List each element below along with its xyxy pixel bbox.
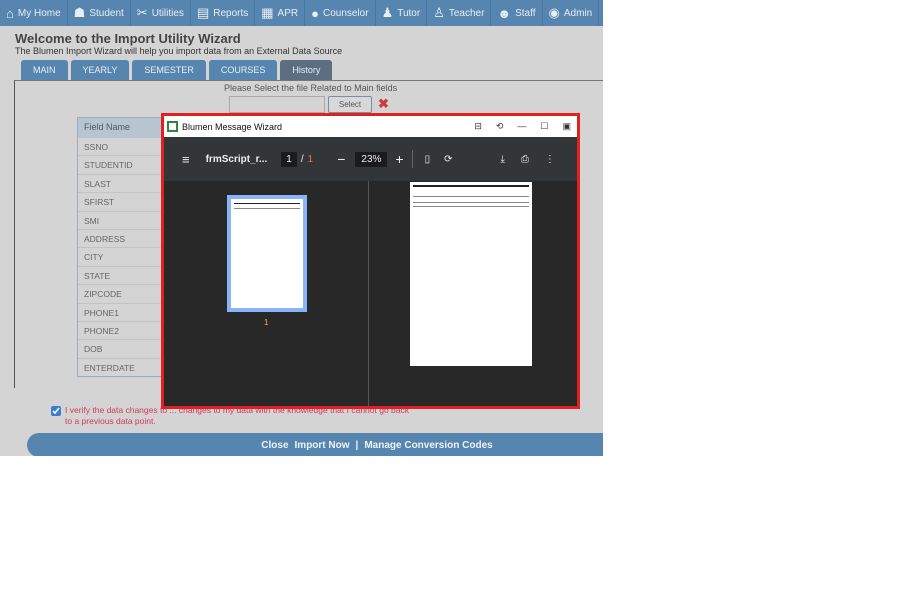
field-row[interactable]: DOB: [78, 339, 162, 357]
page-separator: /: [300, 153, 304, 165]
nav-label: Utilities: [151, 7, 184, 19]
nav-utilities[interactable]: ✂ Utilities: [131, 0, 191, 26]
teacher-icon: ♙: [433, 5, 445, 20]
nav-reports[interactable]: ▤ Reports: [191, 0, 256, 26]
field-row[interactable]: STATE: [78, 265, 162, 284]
page-title: Welcome to the Import Utility Wizard: [15, 31, 241, 46]
field-row[interactable]: PHONE1: [78, 302, 162, 321]
pdf-page: [410, 182, 532, 366]
tab-semester[interactable]: SEMESTER: [132, 60, 206, 80]
tab-main[interactable]: MAIN: [21, 60, 68, 80]
reports-icon: ▤: [196, 5, 210, 20]
zoom-in-icon[interactable]: +: [395, 151, 403, 167]
sidebar-divider: [368, 181, 369, 406]
page-input[interactable]: 1: [281, 151, 297, 167]
nav-tutor[interactable]: ♟ Tutor: [376, 0, 428, 26]
nav-label: My Home: [17, 7, 61, 19]
apr-icon: ▦: [261, 5, 274, 20]
admin-icon: ◉: [548, 5, 560, 20]
nav-label: APR: [277, 7, 299, 19]
manage-codes-link[interactable]: Manage Conversion Codes: [364, 440, 492, 451]
nav-label: Counselor: [322, 7, 369, 19]
modal-title: Blumen Message Wizard: [182, 121, 283, 132]
field-row[interactable]: STUDENTID: [78, 155, 162, 173]
bottom-bar: Close Import Now | Manage Conversion Cod…: [27, 433, 603, 456]
student-icon: ☗: [73, 5, 86, 20]
separator: |: [355, 439, 359, 451]
message-wizard-modal: Blumen Message Wizard ⊟ ⟲ — ☐ ▣ ≡ frmScr…: [161, 113, 580, 409]
nav-staff[interactable]: ☻ Staff: [491, 0, 543, 26]
verify-checkbox[interactable]: [51, 406, 61, 416]
restore-icon[interactable]: ⊟: [474, 121, 482, 132]
field-row[interactable]: ADDRESS: [78, 228, 162, 247]
nav-label: Admin: [563, 7, 593, 19]
counselor-icon: ●: [311, 5, 319, 21]
download-icon[interactable]: ⤓: [501, 154, 505, 165]
print-icon[interactable]: ⎙: [521, 154, 529, 165]
nav-label: Teacher: [448, 7, 485, 19]
file-select-label: Please Select the file Related to Main f…: [224, 83, 398, 93]
fit-page-icon[interactable]: ▯: [425, 154, 431, 165]
home-icon: ⌂: [6, 5, 14, 21]
nav-label: Reports: [213, 7, 249, 19]
pdf-filename: frmScript_r...: [205, 153, 268, 165]
field-row[interactable]: CITY: [78, 247, 162, 265]
minimize-icon[interactable]: —: [517, 121, 526, 132]
pdf-toolbar: ≡ frmScript_r... 1 / 1 − 23% + ▯ ⟳ ⤓ ⎙ ⋮: [164, 137, 577, 181]
more-icon[interactable]: ⋮: [545, 154, 555, 165]
file-input[interactable]: [229, 96, 325, 113]
page-thumbnail[interactable]: [227, 195, 307, 312]
field-row[interactable]: SLAST: [78, 173, 162, 192]
tab-yearly[interactable]: YEARLY: [70, 60, 130, 80]
nav-label: Tutor: [397, 7, 421, 19]
tabs: MAIN YEARLY SEMESTER COURSES History: [21, 60, 333, 80]
field-row[interactable]: SFIRST: [78, 192, 162, 210]
thumbnail-page-number: 1: [264, 318, 269, 327]
field-row[interactable]: ENTERDATE: [78, 357, 162, 376]
nav-label: Student: [89, 7, 124, 19]
staff-icon: ☻: [497, 5, 512, 21]
nav-student[interactable]: ☗ Student: [68, 0, 131, 26]
top-nav: ⌂ My Home ☗ Student ✂ Utilities ▤ Reports ▦ APR ● C…: [0, 0, 603, 26]
camera-icon[interactable]: ▣: [562, 121, 571, 132]
pdf-viewer: 1: [164, 181, 577, 406]
maximize-icon[interactable]: ☐: [540, 121, 548, 132]
nav-teacher[interactable]: ♙ Teacher: [427, 0, 492, 26]
field-row[interactable]: SSNO: [78, 137, 162, 155]
page-subtitle: The Blumen Import Wizard will help you i…: [15, 46, 343, 56]
zoom-input[interactable]: 23%: [355, 151, 388, 167]
refresh-icon[interactable]: ⟲: [496, 121, 504, 132]
field-row[interactable]: PHONE2: [78, 320, 162, 339]
select-button[interactable]: Select: [328, 96, 372, 113]
zoom-out-icon[interactable]: −: [337, 151, 345, 167]
page: ⌂ My Home ☗ Student ✂ Utilities ▤ Reports ▦ APR ● C…: [0, 0, 603, 456]
modal-titlebar: Blumen Message Wizard ⊟ ⟲ — ☐ ▣: [164, 116, 577, 137]
tab-history[interactable]: History: [280, 60, 333, 80]
app-icon: [167, 121, 178, 132]
divider: [411, 150, 413, 168]
page-total: 1: [307, 153, 314, 165]
menu-icon[interactable]: ≡: [182, 152, 190, 167]
clear-icon[interactable]: ✖: [378, 96, 389, 112]
tab-courses[interactable]: COURSES: [208, 60, 278, 80]
tutor-icon: ♟: [381, 5, 394, 20]
field-row[interactable]: ZIPCODE: [78, 284, 162, 302]
nav-my-home[interactable]: ⌂ My Home: [0, 0, 68, 26]
field-list-header: Field Name: [78, 118, 162, 137]
nav-label: Staff: [515, 7, 536, 19]
import-now-link[interactable]: Import Now: [295, 440, 350, 451]
tools-icon: ✂: [136, 5, 148, 20]
field-list: Field Name SSNO STUDENTID SLAST SFIRST SMI AD…: [77, 117, 163, 378]
nav-admin[interactable]: ◉ Admin: [543, 0, 600, 26]
rotate-icon[interactable]: ⟳: [444, 154, 452, 165]
nav-apr[interactable]: ▦ APR: [255, 0, 306, 26]
field-row[interactable]: SMI: [78, 210, 162, 229]
nav-counselor[interactable]: ● Counselor: [305, 0, 376, 26]
close-link[interactable]: Close: [261, 440, 288, 451]
